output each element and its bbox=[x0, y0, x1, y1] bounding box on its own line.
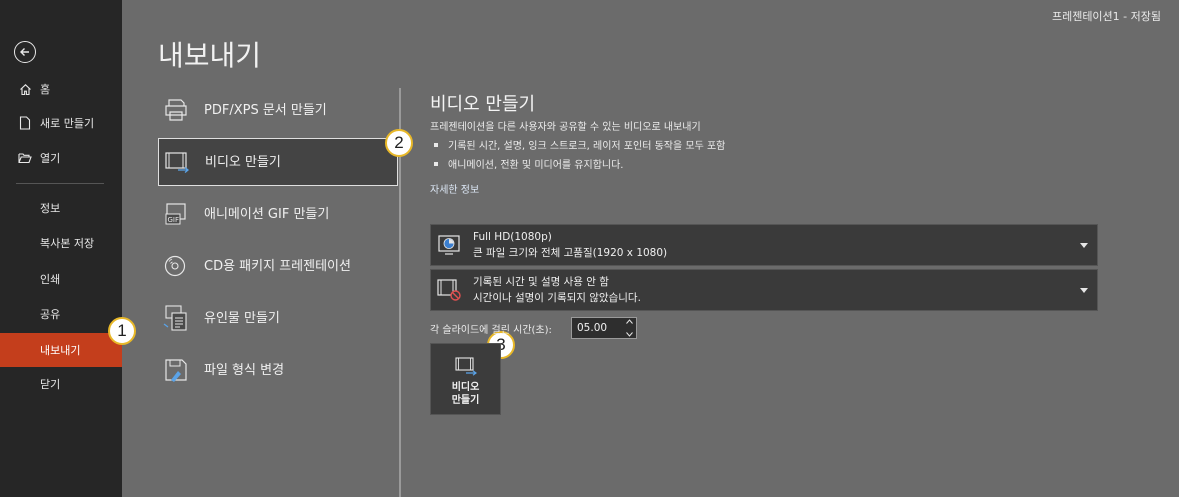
export-option-pdf[interactable]: PDF/XPS 문서 만들기 bbox=[158, 86, 398, 134]
nav-item-open[interactable]: 열기 bbox=[0, 141, 122, 175]
nav-item-print[interactable]: 인쇄 bbox=[0, 262, 122, 296]
chevron-down-icon bbox=[1077, 287, 1091, 293]
nav-item-new[interactable]: 새로 만들기 bbox=[0, 106, 122, 140]
arrow-left-icon bbox=[20, 48, 29, 56]
export-option-handout[interactable]: 유인물 만들기 bbox=[158, 294, 398, 342]
video-film-icon bbox=[454, 357, 477, 376]
create-video-button[interactable]: 비디오 만들기 bbox=[430, 343, 501, 415]
export-option-label: 비디오 만들기 bbox=[205, 154, 281, 170]
video-feature-item: 기록된 시간, 설명, 잉크 스트로크, 레이저 포인터 동작을 모두 포함 bbox=[434, 135, 725, 154]
document-status: 프레젠테이션1 - 저장됨 bbox=[1051, 10, 1161, 23]
page-title: 내보내기 bbox=[158, 39, 262, 72]
gif-icon: GIF bbox=[162, 200, 190, 228]
video-film-icon bbox=[163, 148, 191, 176]
back-button[interactable] bbox=[14, 41, 36, 63]
export-option-gif[interactable]: GIF 애니메이션 GIF 만들기 bbox=[158, 190, 398, 238]
export-option-label: CD용 패키지 프레젠테이션 bbox=[204, 258, 351, 274]
nav-divider bbox=[16, 183, 104, 184]
new-document-icon bbox=[18, 116, 32, 130]
video-feature-item: 애니메이션, 전환 및 미디어를 유지합니다. bbox=[434, 154, 725, 173]
nav-item-export[interactable]: 내보내기 bbox=[0, 333, 122, 367]
export-option-label: 파일 형식 변경 bbox=[204, 362, 285, 378]
duration-value: 05.00 bbox=[577, 322, 608, 334]
pdf-printer-icon bbox=[162, 96, 190, 124]
chevron-down-icon bbox=[1077, 242, 1091, 248]
folder-open-icon bbox=[18, 151, 32, 165]
export-option-label: PDF/XPS 문서 만들기 bbox=[204, 102, 327, 118]
dropdown-title: 기록된 시간 및 설명 사용 안 함 bbox=[473, 276, 609, 288]
nav-item-close[interactable]: 닫기 bbox=[0, 367, 122, 401]
monitor-quality-icon bbox=[435, 231, 463, 259]
export-option-cd-package[interactable]: CD용 패키지 프레젠테이션 bbox=[158, 242, 398, 290]
chevron-down-icon[interactable] bbox=[625, 332, 633, 337]
dropdown-subtitle: 시간이나 설명이 기록되지 않았습니다. bbox=[473, 292, 641, 304]
dropdown-subtitle: 큰 파일 크기와 전체 고품질(1920 x 1080) bbox=[473, 247, 668, 259]
handout-icon bbox=[162, 304, 190, 332]
duration-stepper[interactable]: 05.00 bbox=[571, 317, 637, 339]
nav-item-label: 인쇄 bbox=[40, 273, 61, 286]
cd-package-icon bbox=[162, 252, 190, 280]
nav-item-save-copy[interactable]: 복사본 저장 bbox=[0, 226, 122, 260]
video-feature-list: 기록된 시간, 설명, 잉크 스트로크, 레이저 포인터 동작을 모두 포함 애… bbox=[434, 135, 725, 173]
chevron-up-icon[interactable] bbox=[625, 319, 633, 324]
dropdown-title: Full HD(1080p) bbox=[473, 231, 552, 243]
nav-item-label: 열기 bbox=[40, 152, 61, 165]
export-option-label: 유인물 만들기 bbox=[204, 310, 280, 326]
export-option-label: 애니메이션 GIF 만들기 bbox=[204, 206, 330, 222]
nav-item-share[interactable]: 공유 bbox=[0, 297, 122, 331]
more-info-link[interactable]: 자세한 정보 bbox=[430, 181, 479, 196]
nav-item-label: 내보내기 bbox=[40, 344, 81, 357]
video-quality-dropdown[interactable]: Full HD(1080p) 큰 파일 크기와 전체 고품질(1920 x 10… bbox=[430, 224, 1098, 266]
svg-text:GIF: GIF bbox=[168, 216, 180, 224]
nav-item-label: 복사본 저장 bbox=[40, 237, 95, 250]
backstage-nav: 홈 새로 만들기 열기 정보 복사본 저장 인쇄 공유 내보내기 닫기 bbox=[0, 0, 122, 497]
nav-item-info[interactable]: 정보 bbox=[0, 191, 122, 225]
nav-item-label: 새로 만들기 bbox=[40, 117, 95, 130]
no-narration-icon bbox=[435, 276, 463, 304]
narration-dropdown[interactable]: 기록된 시간 및 설명 사용 안 함 시간이나 설명이 기록되지 않았습니다. bbox=[430, 269, 1098, 311]
export-option-video[interactable]: 비디오 만들기 bbox=[158, 138, 398, 186]
video-description: 프레젠테이션을 다른 사용자와 공유할 수 있는 비디오로 내보내기 bbox=[430, 122, 701, 133]
create-video-label-line1: 비디오 bbox=[451, 382, 480, 393]
nav-item-label: 공유 bbox=[40, 308, 61, 321]
callout-2: 2 bbox=[385, 129, 413, 157]
stepper-arrows[interactable] bbox=[624, 319, 634, 337]
video-section-title: 비디오 만들기 bbox=[430, 94, 536, 115]
nav-item-home[interactable]: 홈 bbox=[0, 72, 122, 106]
duration-label: 각 슬라이드에 걸린 시간(초): bbox=[430, 325, 552, 336]
nav-item-label: 닫기 bbox=[40, 378, 61, 391]
callout-1: 1 bbox=[108, 317, 136, 345]
nav-item-label: 정보 bbox=[40, 202, 61, 215]
nav-item-label: 홈 bbox=[40, 83, 51, 96]
export-option-change-file-type[interactable]: 파일 형식 변경 bbox=[158, 346, 398, 394]
create-video-label-line2: 만들기 bbox=[451, 395, 480, 406]
home-icon bbox=[18, 82, 32, 96]
file-type-icon bbox=[162, 356, 190, 384]
